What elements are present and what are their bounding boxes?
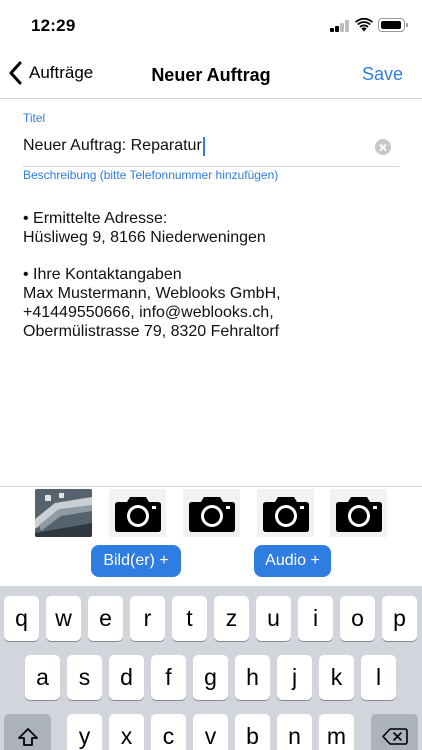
description-line: +41449550666, info@weblooks.ch,: [23, 304, 274, 321]
key-d[interactable]: d: [109, 655, 144, 700]
key-j[interactable]: j: [277, 655, 312, 700]
title-input-value: Neuer Auftrag: Reparatur: [23, 137, 202, 154]
key-c[interactable]: c: [151, 714, 186, 750]
key-k[interactable]: k: [319, 655, 354, 700]
photo-image: [35, 489, 92, 537]
wifi-icon: [355, 18, 373, 32]
camera-icon: [262, 497, 309, 532]
key-b[interactable]: b: [235, 714, 270, 750]
camera-icon: [188, 497, 235, 532]
photo-thumbnail[interactable]: [35, 489, 92, 537]
key-n[interactable]: n: [277, 714, 312, 750]
description-line: Hüsliweg 9, 8166 Niederweningen: [23, 229, 266, 246]
key-v[interactable]: v: [193, 714, 228, 750]
text-cursor: [202, 136, 205, 156]
back-button[interactable]: Aufträge: [8, 61, 93, 85]
description-textarea[interactable]: • Ermittelte Adresse: Hüsliweg 9, 8166 N…: [23, 209, 403, 341]
key-e[interactable]: e: [88, 596, 123, 641]
keyboard: q w e r t z u i o p a s d f g h j k l y …: [0, 586, 422, 750]
camera-button[interactable]: [257, 489, 314, 537]
key-f[interactable]: f: [151, 655, 186, 700]
key-o[interactable]: o: [340, 596, 375, 641]
battery-icon: [378, 18, 408, 32]
key-r[interactable]: r: [130, 596, 165, 641]
key-y[interactable]: y: [67, 714, 102, 750]
media-buttons-row: Bild(er) + Audio +: [0, 538, 422, 586]
shift-icon: [17, 727, 38, 746]
key-z[interactable]: z: [214, 596, 249, 641]
description-line: Max Mustermann, Weblooks GmbH,: [23, 285, 281, 302]
attachment-strip: [0, 486, 422, 538]
status-bar: 12:29: [0, 0, 422, 52]
backspace-icon: [381, 728, 408, 745]
key-w[interactable]: w: [46, 596, 81, 641]
key-t[interactable]: t: [172, 596, 207, 641]
key-p[interactable]: p: [382, 596, 417, 641]
title-label: Titel: [23, 111, 46, 125]
status-time: 12:29: [31, 16, 76, 35]
camera-icon: [335, 497, 382, 532]
navigation-bar: Aufträge Neuer Auftrag Save: [0, 52, 422, 99]
camera-icon: [114, 497, 161, 532]
clear-text-icon[interactable]: [375, 139, 391, 155]
key-u[interactable]: u: [256, 596, 291, 641]
key-x[interactable]: x: [109, 714, 144, 750]
save-button[interactable]: Save: [362, 64, 403, 85]
key-m[interactable]: m: [319, 714, 354, 750]
key-q[interactable]: q: [4, 596, 39, 641]
key-i[interactable]: i: [298, 596, 333, 641]
add-images-button[interactable]: Bild(er) +: [91, 545, 181, 577]
description-label: Beschreibung (bitte Telefonnummer hinzuf…: [23, 168, 279, 182]
camera-button[interactable]: [330, 489, 387, 537]
description-blank-line: [23, 247, 403, 265]
key-h[interactable]: h: [235, 655, 270, 700]
delete-key[interactable]: [371, 714, 418, 750]
key-g[interactable]: g: [193, 655, 228, 700]
title-input[interactable]: Neuer Auftrag: Reparatur: [23, 136, 383, 156]
title-divider: [23, 166, 399, 167]
description-line: Obermülistrasse 79, 8320 Fehraltorf: [23, 323, 280, 340]
key-s[interactable]: s: [67, 655, 102, 700]
key-a[interactable]: a: [25, 655, 60, 700]
back-button-label: Aufträge: [29, 63, 94, 82]
camera-button[interactable]: [109, 489, 166, 537]
camera-button[interactable]: [183, 489, 240, 537]
shift-key[interactable]: [4, 714, 51, 750]
description-line: • Ihre Kontaktangaben: [23, 266, 182, 283]
description-line: • Ermittelte Adresse:: [23, 210, 168, 227]
cellular-signal-icon: [330, 20, 350, 32]
chevron-left-icon: [9, 61, 22, 85]
key-l[interactable]: l: [361, 655, 396, 700]
add-audio-button[interactable]: Audio +: [254, 545, 331, 577]
